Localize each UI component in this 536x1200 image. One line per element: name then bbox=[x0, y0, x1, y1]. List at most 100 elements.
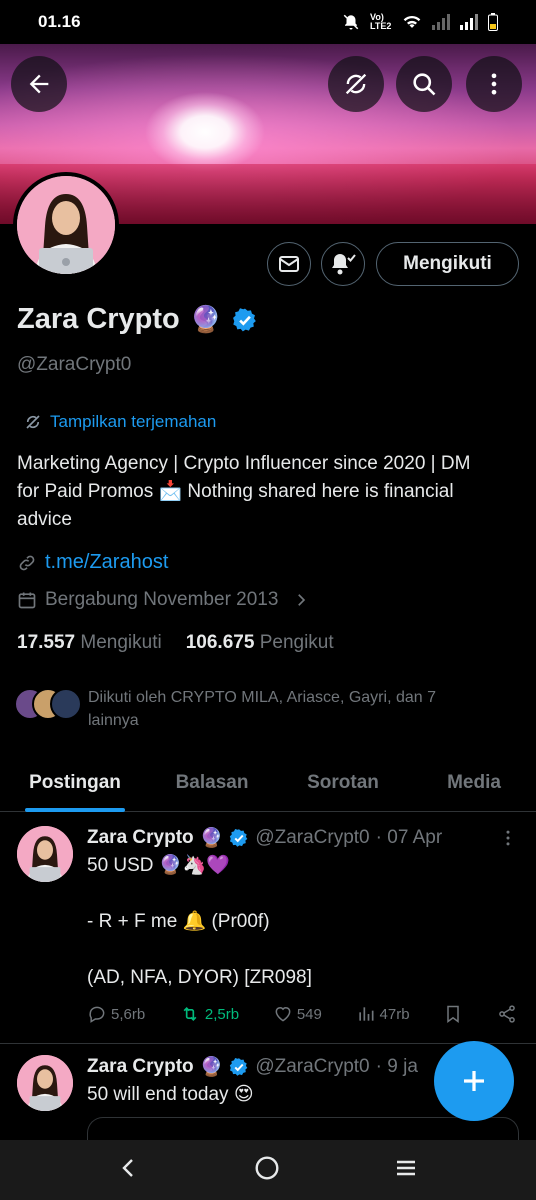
calendar-icon bbox=[18, 592, 36, 609]
profile-link-text: t.me/Zarahost bbox=[45, 551, 169, 573]
home-circle-icon bbox=[255, 1156, 279, 1179]
follow-stats: 17.557 Mengikuti 106.675 Pengikut bbox=[17, 632, 334, 654]
profile-avatar[interactable] bbox=[13, 172, 119, 278]
reply-count: 5,6rb bbox=[111, 1005, 146, 1023]
post-actions: 5,6rb 2,5rb 549 47rb bbox=[87, 1004, 517, 1024]
bookmark-button[interactable] bbox=[443, 1004, 463, 1024]
share-icon bbox=[499, 1005, 515, 1023]
reply-icon bbox=[89, 1006, 105, 1023]
signal-icon bbox=[432, 14, 450, 30]
link-icon bbox=[19, 555, 35, 570]
system-navigation-bar bbox=[0, 1140, 536, 1200]
nav-back-button[interactable] bbox=[117, 1156, 141, 1185]
bookmark-icon bbox=[447, 1005, 460, 1023]
more-button[interactable] bbox=[466, 56, 522, 112]
tab-media[interactable]: Media bbox=[412, 754, 536, 812]
profile-bio: Marketing Agency | Crypto Influencer sin… bbox=[17, 453, 471, 530]
profile-tabs: Postingan Balasan Sorotan Media bbox=[0, 754, 536, 812]
translate-toggle-button[interactable] bbox=[328, 56, 384, 112]
post-handle: @ZaraCrypt0 bbox=[255, 1056, 370, 1077]
joined-date: Bergabung November 2013 bbox=[45, 589, 279, 610]
post-text: 50 USD 🔮🦄💜 - R + F me 🔔 (Pr00f) (AD, NFA… bbox=[87, 855, 312, 988]
chevron-left-icon bbox=[121, 1158, 133, 1177]
post-header: Zara Crypto 🔮 @ZaraCrypt0 · 9 ja bbox=[87, 1055, 418, 1079]
nav-home-button[interactable] bbox=[254, 1155, 280, 1186]
views-chart-icon bbox=[358, 1007, 374, 1021]
post-header: Zara Crypto 🔮 @ZaraCrypt0 · 07 Apr bbox=[87, 826, 442, 850]
avatar-illustration bbox=[17, 176, 115, 274]
status-bar: 01.16 Vo) LTE2 bbox=[0, 0, 536, 44]
battery-icon bbox=[488, 13, 498, 31]
follower-avatars bbox=[14, 686, 82, 722]
mail-icon bbox=[279, 256, 299, 272]
arrow-left-icon bbox=[29, 74, 49, 94]
signal-icon-2 bbox=[460, 14, 478, 30]
tab-posts[interactable]: Postingan bbox=[0, 754, 150, 812]
repost-count: 2,5rb bbox=[204, 1005, 240, 1023]
status-time: 01.16 bbox=[38, 12, 81, 31]
chevron-right-icon bbox=[298, 594, 306, 606]
views-button[interactable]: 47rb bbox=[356, 1004, 410, 1024]
translate-icon bbox=[26, 415, 40, 429]
nav-recents-button[interactable] bbox=[393, 1156, 419, 1185]
message-button[interactable] bbox=[267, 242, 311, 286]
views-count: 47rb bbox=[379, 1005, 410, 1023]
post-author-name[interactable]: Zara Crypto bbox=[87, 1056, 194, 1078]
avatar-illustration bbox=[17, 826, 73, 882]
post-avatar[interactable] bbox=[17, 826, 73, 882]
post-text: 50 will end today 😍 bbox=[87, 1084, 254, 1105]
followers-stat[interactable]: 106.675 Pengikut bbox=[186, 632, 334, 654]
avatar-illustration bbox=[17, 1055, 73, 1111]
post-handle: @ZaraCrypt0 bbox=[255, 827, 370, 848]
tab-highlights[interactable]: Sorotan bbox=[274, 754, 412, 812]
repost-icon bbox=[183, 1006, 197, 1022]
post-author-emoji: 🔮 bbox=[199, 1057, 224, 1078]
post-divider bbox=[0, 1043, 536, 1044]
bell-check-icon bbox=[332, 254, 356, 275]
heart-icon bbox=[275, 1007, 291, 1022]
profile-name: Zara Crypto bbox=[17, 303, 180, 335]
menu-lines-icon bbox=[397, 1160, 416, 1175]
following-stat[interactable]: 17.557 Mengikuti bbox=[17, 632, 162, 654]
search-button[interactable] bbox=[396, 56, 452, 112]
volte-label: Vo) LTE2 bbox=[370, 12, 392, 31]
search-icon bbox=[413, 73, 436, 96]
following-label: Mengikuti bbox=[80, 632, 162, 653]
show-translation-link[interactable]: Tampilkan terjemahan bbox=[24, 412, 216, 432]
crystal-ball-emoji: 🔮 bbox=[189, 304, 223, 334]
reply-button[interactable]: 5,6rb bbox=[87, 1004, 145, 1024]
back-button[interactable] bbox=[11, 56, 67, 112]
plus-icon bbox=[464, 1071, 484, 1091]
post-avatar[interactable] bbox=[17, 1055, 73, 1111]
like-button[interactable]: 549 bbox=[273, 1004, 322, 1024]
followers-label: Pengikut bbox=[259, 632, 334, 653]
status-icons: Vo) LTE2 bbox=[342, 13, 498, 31]
wifi-icon bbox=[403, 15, 421, 28]
notification-button[interactable] bbox=[321, 242, 365, 286]
tab-replies[interactable]: Balasan bbox=[150, 754, 274, 812]
mute-icon bbox=[343, 14, 359, 30]
post-date: · 07 Apr bbox=[375, 827, 443, 848]
post-more-button[interactable] bbox=[498, 828, 518, 853]
verified-badge-icon bbox=[230, 1058, 248, 1076]
post-author-name[interactable]: Zara Crypto bbox=[87, 827, 194, 849]
profile-handle: @ZaraCrypt0 bbox=[17, 354, 132, 375]
joined-date-row[interactable]: Bergabung November 2013 bbox=[17, 589, 310, 611]
share-button[interactable] bbox=[497, 1004, 517, 1024]
following-count: 17.557 bbox=[17, 632, 76, 653]
profile-link[interactable]: t.me/Zarahost bbox=[17, 551, 168, 574]
followed-by-text: Diikuti oleh CRYPTO MILA, Ariasce, Gayri… bbox=[88, 689, 436, 729]
more-vertical-icon bbox=[506, 830, 510, 846]
following-button[interactable]: Mengikuti bbox=[376, 242, 519, 286]
profile-name-row: Zara Crypto 🔮 bbox=[17, 303, 258, 336]
translate-off-icon bbox=[345, 73, 367, 95]
follower-avatar bbox=[50, 688, 82, 720]
compose-button[interactable] bbox=[434, 1041, 514, 1121]
post-author-emoji: 🔮 bbox=[199, 828, 224, 849]
more-vertical-icon bbox=[491, 73, 497, 95]
repost-button[interactable]: 2,5rb bbox=[179, 1004, 239, 1024]
post-date: · 9 ja bbox=[375, 1056, 418, 1077]
followers-count: 106.675 bbox=[185, 632, 255, 653]
verified-badge-icon bbox=[233, 307, 256, 331]
followed-by-row[interactable]: Diikuti oleh CRYPTO MILA, Ariasce, Gayri… bbox=[14, 686, 488, 732]
